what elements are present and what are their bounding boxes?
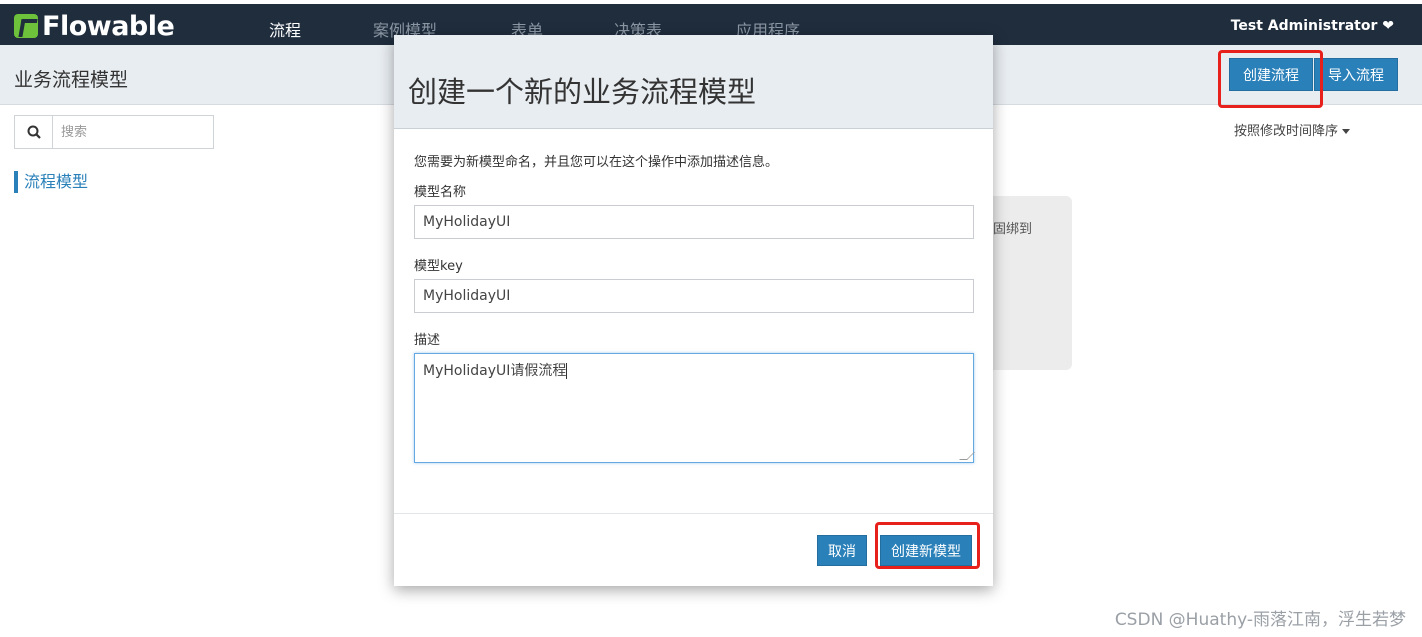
create-model-dialog: 创建一个新的业务流程模型 您需要为新模型命名，并且您可以在这个操作中添加描述信息… xyxy=(394,35,993,586)
resize-handle-icon[interactable] xyxy=(959,452,975,460)
brand-name: Flowable xyxy=(42,10,175,42)
sidebar-item-process-models[interactable]: 流程模型 xyxy=(14,171,88,193)
cancel-button[interactable]: 取消 xyxy=(817,535,867,566)
sort-label: 按照修改时间降序 xyxy=(1234,124,1339,139)
dialog-title: 创建一个新的业务流程模型 xyxy=(408,75,757,109)
dialog-footer-divider xyxy=(394,513,993,514)
chevron-down-icon xyxy=(1342,129,1351,134)
highlight-box-create-model xyxy=(875,522,980,569)
page-title: 业务流程模型 xyxy=(14,69,129,91)
text-cursor xyxy=(566,363,568,379)
model-name-field[interactable]: MyHolidayUI xyxy=(414,205,974,239)
flowable-logo[interactable]: Flowable xyxy=(14,10,175,42)
active-tab-caret-icon xyxy=(279,37,291,44)
model-name-label: 模型名称 xyxy=(414,185,467,200)
model-key-label: 模型key xyxy=(414,259,463,274)
description-textarea[interactable]: MyHolidayUI请假流程 xyxy=(414,353,975,463)
dialog-description: 您需要为新模型命名，并且您可以在这个操作中添加描述信息。 xyxy=(414,155,779,170)
dialog-header: 创建一个新的业务流程模型 xyxy=(394,35,993,129)
description-text: MyHolidayUI请假流程 xyxy=(423,363,567,379)
background-card-text: 固绑到 xyxy=(993,222,1033,237)
user-menu[interactable]: Test Administrator ❤ xyxy=(1231,18,1394,34)
flowable-logo-icon xyxy=(14,14,38,38)
watermark: CSDN @Huathy-雨落江南，浮生若梦 xyxy=(1114,610,1406,630)
search-input[interactable] xyxy=(53,117,203,147)
search-icon[interactable] xyxy=(15,116,53,148)
highlight-box-create-process xyxy=(1218,50,1323,108)
description-label: 描述 xyxy=(414,333,441,348)
search-box xyxy=(14,115,214,149)
model-key-field[interactable]: MyHolidayUI xyxy=(414,279,974,313)
sort-dropdown[interactable]: 按照修改时间降序 xyxy=(1234,120,1351,139)
import-process-button[interactable]: 导入流程 xyxy=(1314,58,1398,91)
